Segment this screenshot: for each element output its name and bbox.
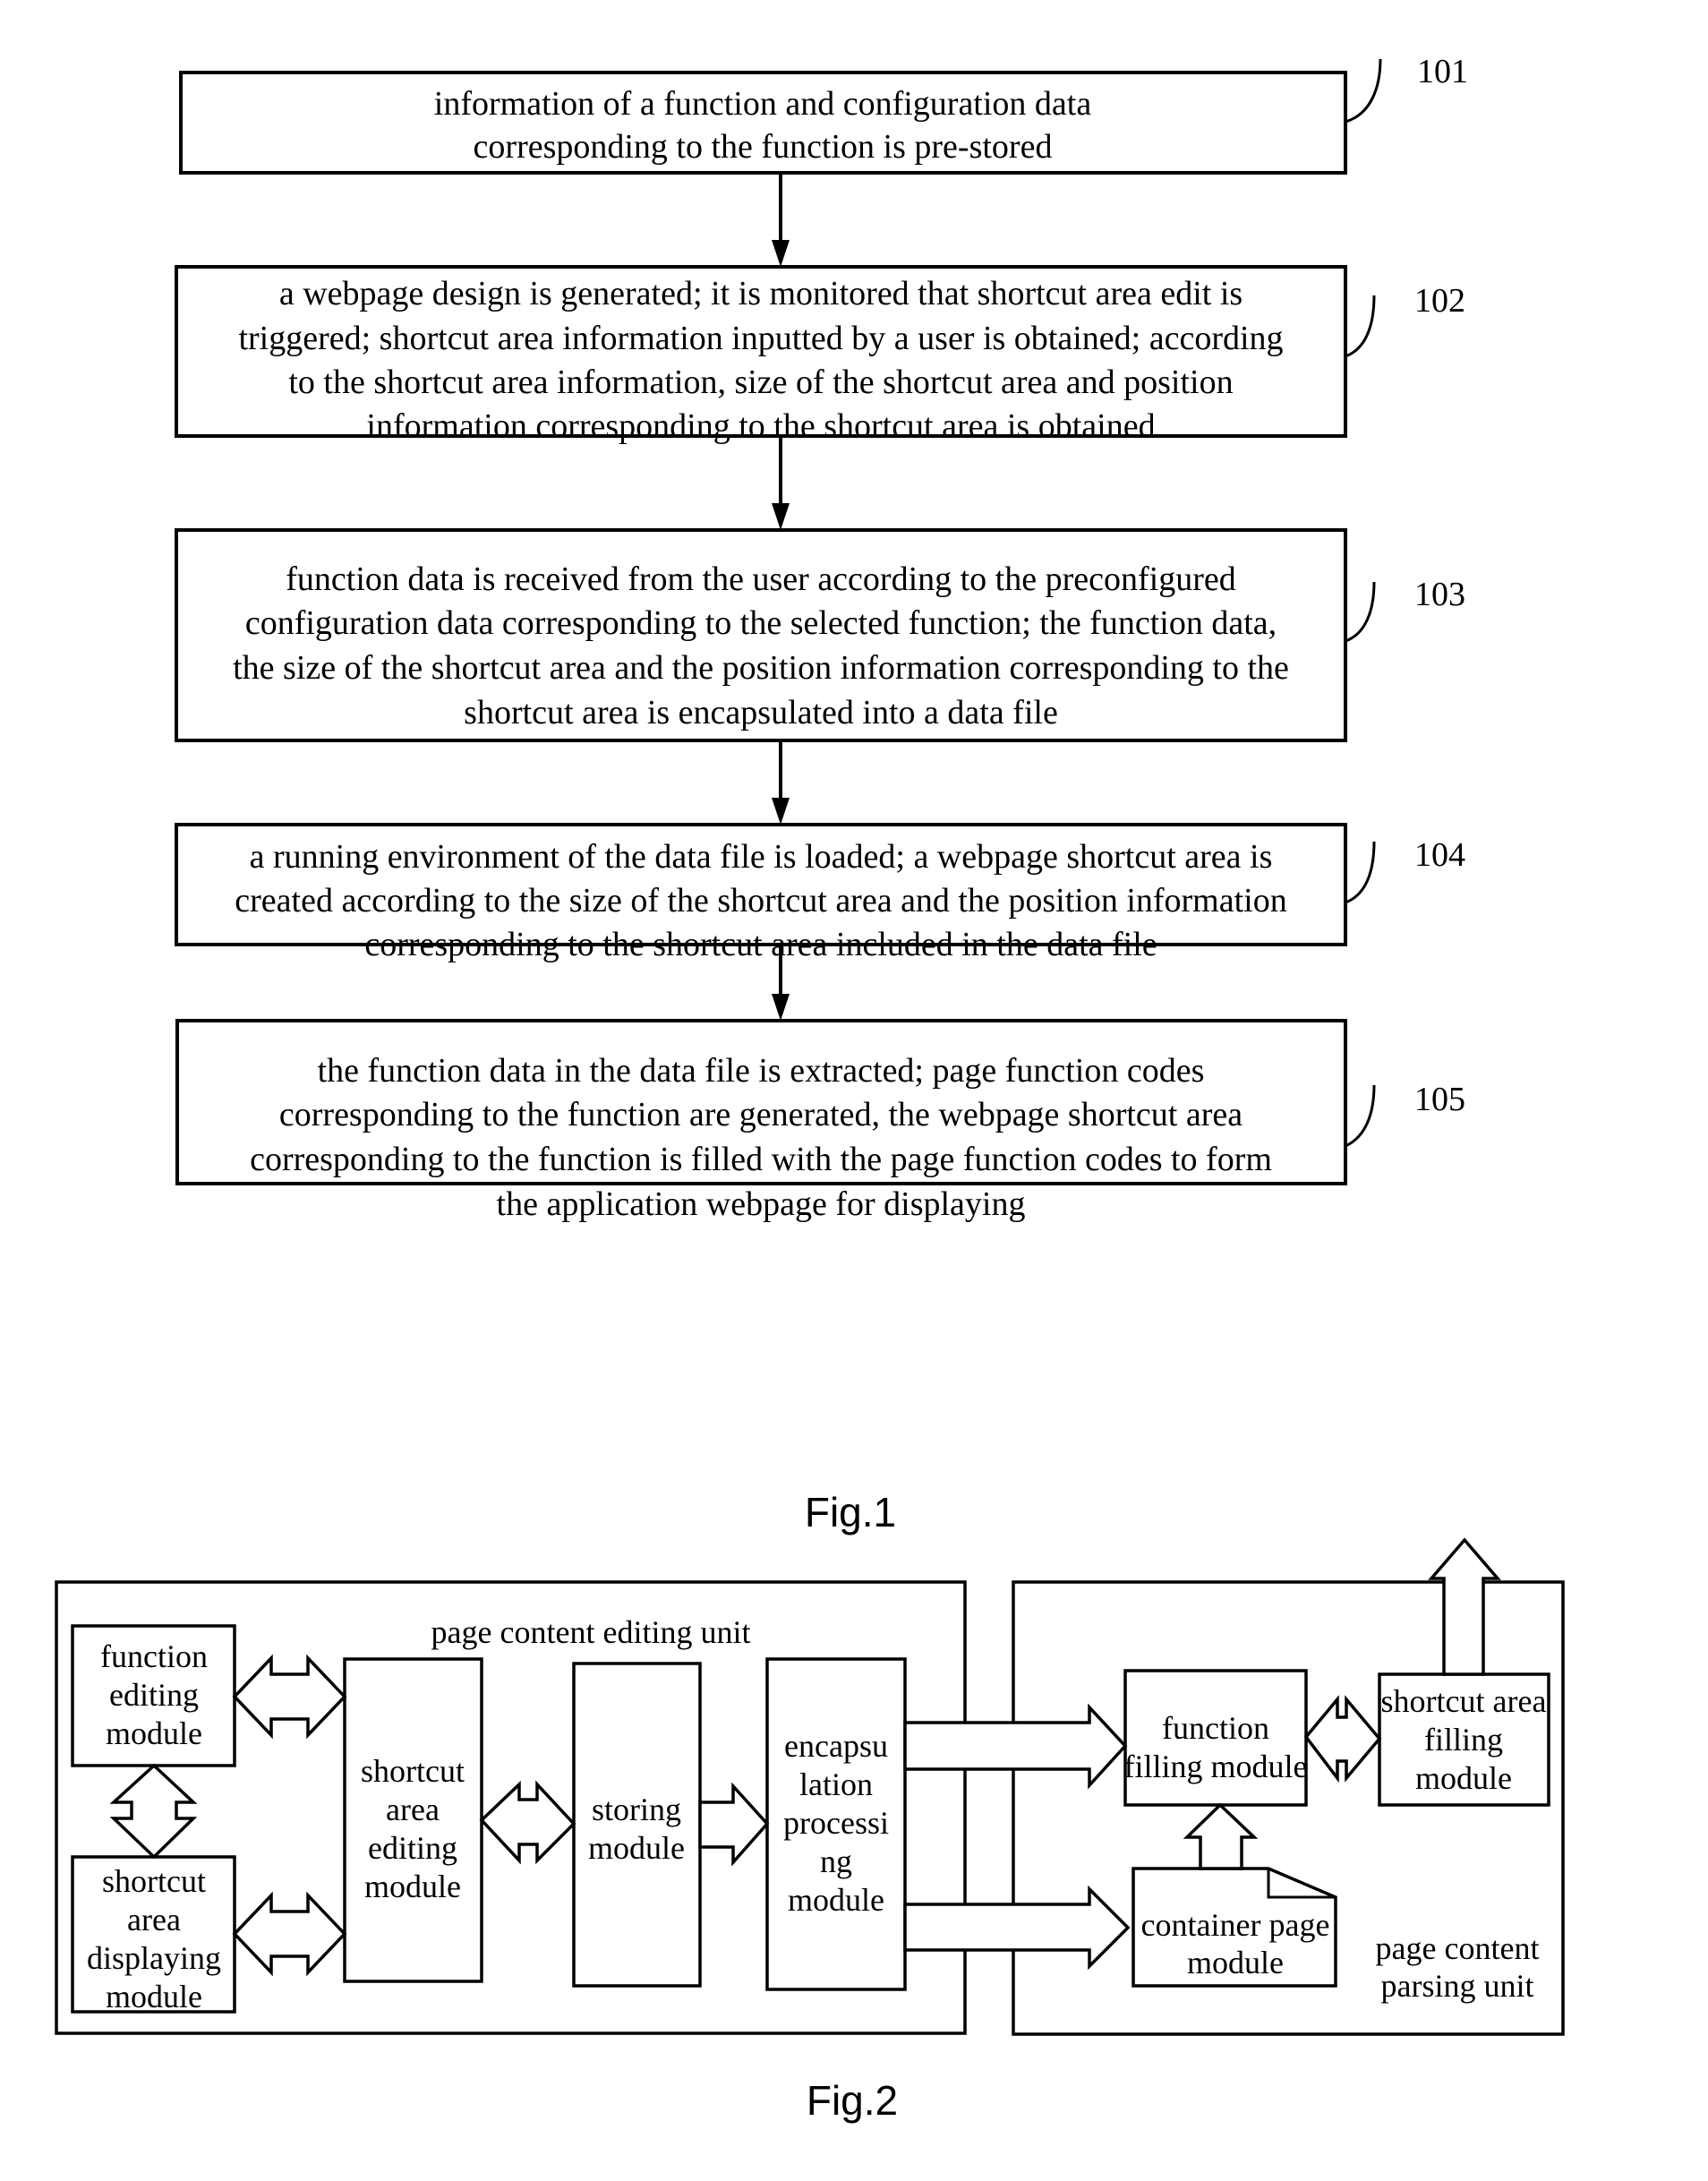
step-103-line-2: configuration data corresponding to the … (245, 604, 1277, 642)
parsing-unit-label-line-1: page content (1376, 1930, 1540, 1966)
fig2-block-diagram: page content editing unit page content p… (55, 1537, 1565, 2124)
container-page-module: container page module (1132, 1867, 1337, 1988)
storing-label-2: module (588, 1830, 685, 1866)
step-105-leader-line (1345, 1084, 1376, 1148)
step-105-line-3: corresponding to the function is filled … (250, 1141, 1272, 1178)
sa-editing-label-2: area (386, 1792, 440, 1827)
sa-filling-label-1: shortcut area (1381, 1683, 1547, 1719)
step-103-leader-line (1345, 581, 1376, 643)
step-102-line-2: triggered; shortcut area information inp… (238, 320, 1283, 357)
shortcut-area-displaying-module: shortcut area displaying module (71, 1855, 236, 2014)
sa-filling-label-2: filling (1424, 1722, 1503, 1758)
shortcut-area-filling-module: shortcut area filling module (1378, 1672, 1550, 1807)
step-102-line-1: a webpage design is generated; it is mon… (279, 275, 1243, 312)
step-103-ref-label: 103 (1414, 576, 1465, 613)
encapsulation-processing-module: encapsu lation processi ng module (765, 1657, 907, 1991)
function-editing-module: function editing module (71, 1624, 236, 1767)
displaying-label-3: displaying (87, 1940, 221, 1976)
step-105: the function data in the data file is ex… (175, 1019, 1465, 1223)
fig1-flowchart: information of a function and configurat… (175, 53, 1468, 1535)
step-105-line-4: the application webpage for displaying (497, 1185, 1026, 1223)
storing-module: storing module (572, 1662, 702, 1988)
fig2-caption: Fig.2 (807, 2077, 898, 2124)
displaying-label-2: area (127, 1902, 181, 1937)
arrow-101-to-102 (772, 173, 790, 267)
arrow-102-to-103 (772, 436, 790, 530)
patent-figures-canvas: information of a function and configurat… (55, 53, 1565, 2124)
parsing-unit-label-line-2: parsing unit (1381, 1968, 1534, 2004)
step-102-line-3: to the shortcut area information, size o… (288, 364, 1233, 401)
encap-label-4: ng (820, 1843, 852, 1879)
step-102-leader-line (1345, 295, 1376, 358)
function-filling-module: function filling module (1123, 1669, 1308, 1807)
function-editing-label-1: function (100, 1638, 208, 1674)
function-editing-label-2: editing (109, 1677, 199, 1713)
function-editing-label-3: module (106, 1715, 202, 1751)
step-103-line-1: function data is received from the user … (286, 560, 1235, 598)
step-104-line-2: created according to the size of the sho… (235, 882, 1286, 919)
function-filling-label-1: function (1162, 1710, 1269, 1746)
arrow-103-to-104 (772, 740, 790, 825)
step-103-line-4: shortcut area is encapsulated into a dat… (464, 694, 1058, 731)
function-filling-label-2: filling module (1124, 1749, 1308, 1784)
step-101: information of a function and configurat… (179, 53, 1468, 175)
container-page-label-2: module (1187, 1945, 1284, 1980)
step-105-line-1: the function data in the data file is ex… (318, 1052, 1205, 1090)
displaying-label-4: module (106, 1979, 202, 2014)
unit-border-crossings (963, 1582, 1015, 2034)
step-101-ref-label: 101 (1417, 53, 1468, 90)
step-102-ref-label: 102 (1414, 282, 1465, 320)
encap-label-5: module (788, 1882, 884, 1918)
step-105-ref-label: 105 (1414, 1081, 1465, 1118)
step-102: a webpage design is generated; it is mon… (175, 265, 1465, 445)
encap-label-1: encapsu (784, 1728, 888, 1764)
step-101-line-1: information of a function and configurat… (434, 85, 1092, 123)
displaying-label-1: shortcut (102, 1863, 206, 1899)
container-page-label-1: container page (1141, 1907, 1330, 1943)
step-104-leader-line (1345, 841, 1376, 904)
storing-label-1: storing (592, 1792, 681, 1827)
sa-editing-label-4: module (364, 1869, 461, 1904)
step-101-leader-line (1345, 58, 1382, 124)
step-102-line-4: information corresponding to the shortcu… (366, 407, 1155, 445)
step-104-ref-label: 104 (1414, 836, 1465, 874)
step-105-line-2: corresponding to the function are genera… (279, 1096, 1243, 1133)
encap-label-2: lation (799, 1766, 873, 1802)
step-103-line-3: the size of the shortcut area and the po… (233, 649, 1289, 687)
fig1-caption: Fig.1 (805, 1489, 896, 1535)
encap-label-3: processi (783, 1805, 889, 1841)
step-104-line-3: corresponding to the shortcut area inclu… (364, 926, 1157, 963)
sa-filling-label-3: module (1415, 1760, 1512, 1796)
sa-editing-label-1: shortcut (361, 1753, 465, 1789)
step-104: a running environment of the data file i… (175, 823, 1465, 963)
sa-editing-label-3: editing (368, 1830, 457, 1866)
step-101-line-2: corresponding to the function is pre-sto… (474, 128, 1053, 166)
editing-unit-label: page content editing unit (431, 1614, 751, 1650)
shortcut-area-editing-module: shortcut area editing module (343, 1657, 483, 1983)
step-103: function data is received from the user … (175, 528, 1465, 742)
step-104-line-1: a running environment of the data file i… (250, 838, 1273, 876)
